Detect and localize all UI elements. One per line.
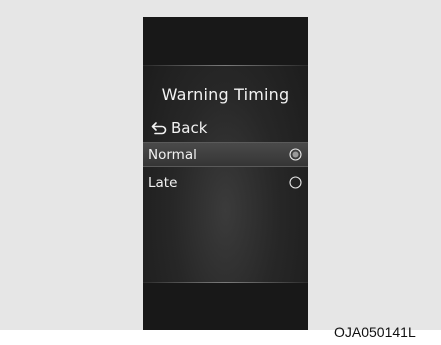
top-bar — [143, 17, 308, 65]
radio-unselected-icon — [289, 176, 302, 189]
radio-selected-icon — [289, 148, 302, 161]
menu-title: Warning Timing — [161, 85, 290, 104]
option-normal[interactable]: Normal — [143, 142, 308, 167]
top-divider — [143, 65, 308, 66]
option-label: Late — [148, 174, 178, 191]
back-label: Back — [171, 119, 208, 137]
option-late[interactable]: Late — [143, 170, 308, 195]
back-arrow-icon — [151, 122, 167, 135]
figure-code: OJA050141L — [334, 324, 416, 340]
cluster-display: Warning Timing Back Normal Late — [143, 17, 308, 330]
option-label: Normal — [148, 146, 197, 163]
bottom-bar — [143, 283, 308, 330]
back-button[interactable]: Back — [151, 119, 207, 137]
